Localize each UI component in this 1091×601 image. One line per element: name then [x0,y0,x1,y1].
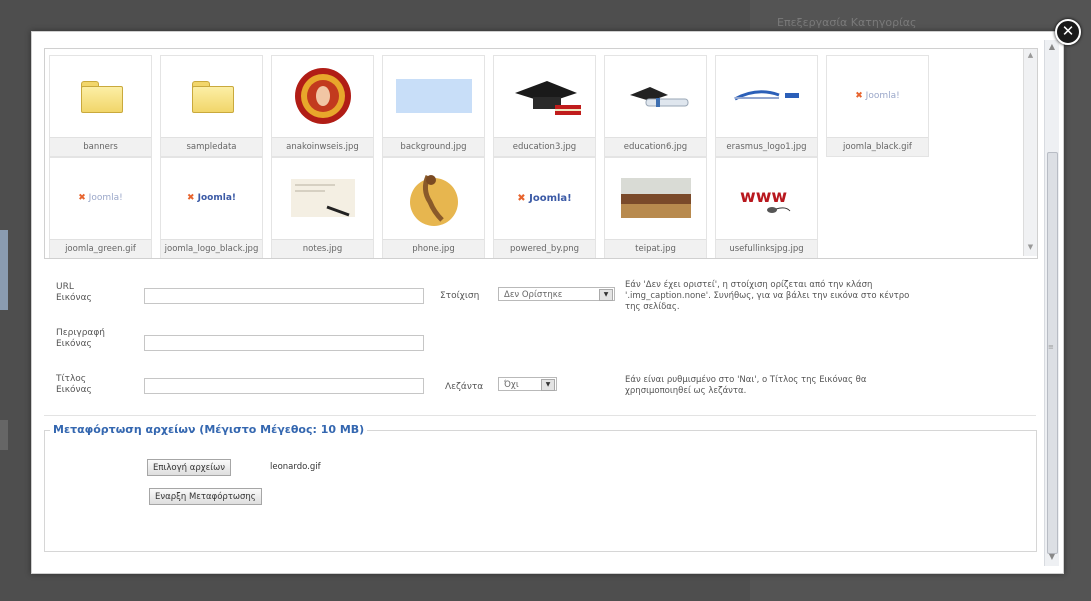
chevron-down-icon: ▼ [541,379,555,391]
scroll-up-icon[interactable]: ▲ [1045,40,1059,54]
file-tile-powered-by[interactable]: ✖ Joomla! powered_by.png [493,157,596,258]
file-name: erasmus_logo1.jpg [716,137,817,156]
file-name: usefullinksjpg.jpg [716,239,817,258]
file-name: banners [50,137,151,156]
caption-label: Λεζάντα [445,382,484,392]
image-browser: ▲ ▼ banners sampledata anakoinwseis.jpg [44,48,1038,259]
folder-icon [191,81,234,113]
lightblue-image [395,79,472,113]
title-label: Τίτλος Εικόνας [56,374,92,395]
file-tile-sampledata[interactable]: sampledata [160,55,263,157]
phone-image [409,175,458,226]
file-tile-joomla-black[interactable]: ✖ Joomla! joomla_black.gif [826,55,929,157]
joomla-logo-image: ✖ Joomla! [78,193,123,203]
align-label: Στοίχιση [440,291,480,301]
notes-image [290,179,355,217]
www-image: www [740,187,790,213]
background-left-bar [0,230,8,310]
joomla-logo-image: ✖ Joomla! [517,192,572,204]
building-image [620,178,691,218]
selected-filename: leonardo.gif [270,462,321,472]
file-name: education6.jpg [605,137,706,156]
file-tile-phone[interactable]: phone.jpg [382,157,485,258]
grip-icon: ≡ [1048,343,1054,351]
url-label: URL Εικόνας [56,282,92,303]
scroll-down-icon[interactable]: ▼ [1024,243,1037,251]
description-input[interactable] [144,335,424,351]
file-tile-background[interactable]: background.jpg [382,55,485,157]
scroll-down-icon[interactable]: ▼ [1045,550,1059,564]
file-name: joomla_green.gif [50,239,151,258]
file-tile-education6[interactable]: education6.jpg [604,55,707,157]
file-tile-banners[interactable]: banners [49,55,152,157]
modal-scrollbar[interactable]: ▲ ≡ ▼ [1044,40,1059,566]
emblem-image [294,68,351,124]
joomla-logo-image: ✖ Joomla! [186,193,237,203]
choose-files-button[interactable]: Επιλογή αρχείων [147,459,231,476]
file-name: phone.jpg [383,239,484,258]
file-tile-education3[interactable]: education3.jpg [493,55,596,157]
file-name: joomla_black.gif [827,137,928,156]
diploma-image [629,87,688,107]
file-name: notes.jpg [272,239,373,258]
description-label: Περιγραφή Εικόνας [56,328,106,349]
scroll-up-icon[interactable]: ▲ [1024,51,1037,59]
background-left-bar-2 [0,420,8,450]
erasmus-logo-image [733,90,799,101]
align-select[interactable]: Δεν Ορίστηκε ▼ [498,287,615,301]
file-tile-anakoinwseis[interactable]: anakoinwseis.jpg [271,55,374,157]
upload-legend: Μεταφόρτωση αρχείων (Μέγιστο Μέγεθος: 10… [50,423,368,436]
file-name: background.jpg [383,137,484,156]
file-tile-joomla-logo-black[interactable]: ✖ Joomla! joomla_logo_black.jpg [160,157,263,258]
file-tile-notes[interactable]: notes.jpg [271,157,374,258]
scrollbar-thumb[interactable] [1047,152,1058,554]
folder-icon [80,81,123,113]
file-tile-erasmus[interactable]: erasmus_logo1.jpg [715,55,818,157]
file-tile-teipat[interactable]: teipat.jpg [604,157,707,258]
file-tile-usefullinks[interactable]: www usefullinksjpg.jpg [715,157,818,258]
caption-hint: Εάν είναι ρυθμισμένο στο 'Ναι', ο Τίτλος… [625,375,867,396]
file-tile-joomla-green[interactable]: ✖ Joomla! joomla_green.gif [49,157,152,258]
align-hint: Εάν 'Δεν έχει οριστεί', η στοίχιση ορίζε… [625,280,910,312]
image-browser-scrollbar[interactable]: ▲ ▼ [1023,49,1037,256]
file-name: powered_by.png [494,239,595,258]
title-input[interactable] [144,378,424,394]
url-input[interactable] [144,288,424,304]
start-upload-button[interactable]: Εναρξη Μεταφόρτωσης [149,488,262,505]
chevron-down-icon: ▼ [599,289,613,301]
file-name: joomla_logo_black.jpg [161,239,262,258]
image-properties-form: URL Εικόνας Στοίχιση Δεν Ορίστηκε ▼ Εάν '… [44,258,1036,416]
file-name: anakoinwseis.jpg [272,137,373,156]
joomla-logo-image: ✖ Joomla! [855,91,900,101]
background-panel-title: Επεξεργασία Κατηγορίας [777,16,917,29]
caption-select[interactable]: Όχι ▼ [498,377,557,391]
svg-text:www: www [740,187,787,207]
file-name: education3.jpg [494,137,595,156]
image-insert-modal: ▲ ▼ banners sampledata anakoinwseis.jpg [31,31,1064,574]
file-name: teipat.jpg [605,239,706,258]
file-name: sampledata [161,137,262,156]
close-icon[interactable]: ✕ [1055,19,1081,45]
graduation-cap-image [514,81,581,115]
